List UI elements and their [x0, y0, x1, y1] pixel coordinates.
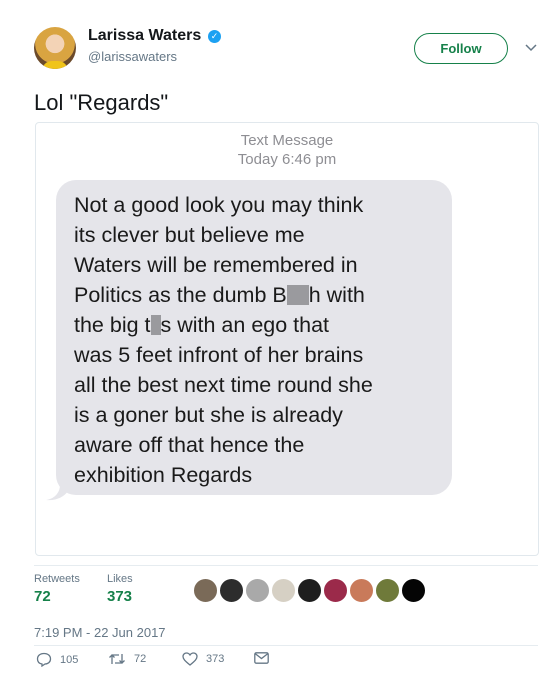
reply-button[interactable]: 105: [36, 652, 78, 667]
liker-avatar[interactable]: [297, 578, 322, 603]
reply-count: 105: [60, 653, 79, 666]
divider: [34, 565, 538, 566]
message-line: was 5 feet infront of her brains: [74, 343, 364, 367]
retweet-button[interactable]: 72: [108, 652, 146, 666]
redaction-block: [150, 315, 161, 335]
like-count: 373: [206, 653, 225, 665]
avatar[interactable]: [34, 27, 76, 69]
bubble-tail: [46, 485, 68, 501]
heart-icon: [182, 652, 198, 666]
message-line: Waters will be remembered in: [74, 253, 358, 277]
liker-avatar[interactable]: [219, 578, 244, 603]
liker-avatar[interactable]: [193, 578, 218, 603]
retweet-count: 72: [134, 653, 147, 665]
liker-avatar[interactable]: [349, 578, 374, 603]
like-button[interactable]: 373: [182, 652, 224, 666]
liker-avatar[interactable]: [323, 578, 348, 603]
message-line: its clever but believe me: [74, 223, 305, 247]
likes-count[interactable]: 373: [107, 588, 132, 605]
message-line: is a goner but she is already: [74, 403, 343, 427]
retweets-count[interactable]: 72: [34, 588, 51, 605]
message-line: Politics as the dumb Bh with: [74, 283, 365, 307]
liker-avatar[interactable]: [375, 578, 400, 603]
follow-button[interactable]: Follow: [414, 33, 508, 64]
chevron-down-icon[interactable]: [524, 40, 538, 54]
media-image[interactable]: Text Message Today 6:46 pm Not a good lo…: [35, 122, 539, 556]
message-line: all the best next time round she: [74, 373, 373, 397]
liker-avatar[interactable]: [271, 578, 296, 603]
reply-icon: [36, 652, 52, 667]
message-line: Not a good look you may think: [74, 193, 364, 217]
liker-avatar[interactable]: [401, 578, 426, 603]
verified-badge-icon: ✓: [208, 30, 221, 43]
display-name[interactable]: Larissa Waters: [88, 27, 201, 45]
sms-time: Today 6:46 pm: [237, 151, 337, 168]
retweet-icon: [109, 654, 125, 664]
message-bubble: Not a good look you may think its clever…: [56, 180, 452, 495]
message-line: the big ts with an ego that: [74, 313, 330, 337]
username[interactable]: @larissawaters: [88, 49, 177, 64]
sms-header: Text Message Today 6:46 pm: [36, 131, 538, 169]
sms-title: Text Message: [240, 132, 334, 149]
message-line: aware off that hence the: [74, 433, 305, 457]
direct-message-button[interactable]: [254, 652, 269, 664]
liker-avatar[interactable]: [245, 578, 270, 603]
retweets-label: Retweets: [34, 573, 80, 585]
divider: [34, 645, 538, 646]
redaction-block: [286, 285, 309, 305]
likes-label: Likes: [107, 573, 133, 585]
message-line: exhibition Regards: [74, 463, 253, 487]
tweet-card: Larissa Waters ✓ @larissawaters Follow L…: [0, 0, 560, 683]
envelope-icon: [254, 652, 269, 664]
tweet-text: Lol "Regards": [34, 90, 169, 115]
tweet-timestamp[interactable]: 7:19 PM - 22 Jun 2017: [34, 625, 166, 640]
